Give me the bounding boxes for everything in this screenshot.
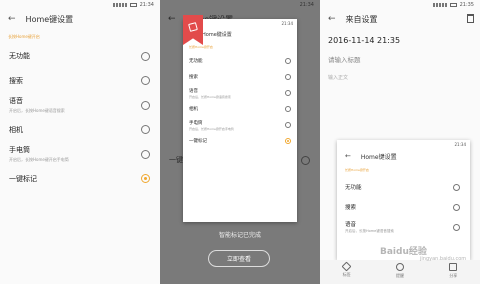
option-voice[interactable]: 语音 开启后，长按Home键语音搜索: [0, 93, 160, 118]
toolbar-label: 提醒: [395, 273, 404, 278]
status-time: 21:35: [459, 2, 474, 8]
radio-button[interactable]: [141, 76, 150, 86]
option-description: 开启后，长按Home键开启手电筒: [9, 157, 69, 163]
option-label: 无功能: [9, 52, 30, 61]
radio-button-selected[interactable]: [141, 174, 150, 184]
option-label: 手电筒: [189, 120, 203, 126]
option-description: 开启后，长按Home键语音搜索: [9, 108, 65, 114]
clock-icon: [395, 263, 404, 271]
tag-button[interactable]: 标签: [341, 261, 352, 278]
share-button[interactable]: 分享: [449, 263, 458, 279]
card-option: 语音 开启后，长按Home键语音搜索: [183, 85, 297, 101]
status-time: 21:34: [139, 2, 154, 8]
radio-button[interactable]: [141, 149, 150, 159]
reminder-button[interactable]: 提醒: [395, 263, 404, 279]
shot-status-time: 21:34: [454, 141, 466, 147]
radio-button-selected: [285, 138, 291, 144]
shot-option: 搜索: [337, 197, 470, 217]
radio-button: [285, 90, 291, 96]
shot-app-bar: ← Home键设置: [337, 148, 470, 164]
title-input[interactable]: 请输入标题: [320, 52, 480, 68]
watermark-url: jingyan.baidu.com: [420, 256, 467, 262]
mark-complete-message: 智能标记已完成: [218, 232, 261, 239]
radio-button: [453, 183, 460, 191]
option-description: 开启后，长按Home键语音搜索: [345, 229, 394, 233]
radio-button: [301, 155, 310, 165]
radio-button: [453, 203, 460, 211]
option-label: 无功能: [345, 185, 362, 191]
option-label: 搜索: [345, 205, 357, 211]
card-option: 无功能: [183, 53, 297, 69]
option-label: 搜索: [9, 76, 23, 85]
card-option: 相机: [183, 101, 297, 117]
radio-button: [285, 106, 291, 112]
back-arrow-icon: ←: [168, 14, 176, 24]
radio-button[interactable]: [141, 100, 150, 110]
page-title: Home键设置: [25, 14, 74, 24]
radio-button: [285, 122, 291, 128]
back-arrow-icon[interactable]: ←: [328, 14, 336, 24]
option-label: 无功能: [189, 59, 203, 64]
trash-icon[interactable]: [467, 14, 474, 23]
option-camera[interactable]: 相机: [0, 118, 160, 143]
option-label: 手电筒: [9, 146, 30, 155]
option-label: 语音: [345, 222, 357, 228]
toolbar-label: 标签: [342, 272, 351, 277]
back-arrow-icon: ←: [345, 152, 351, 160]
view-now-button[interactable]: 立即查看: [208, 250, 270, 267]
card-title: Home键设置: [202, 31, 232, 38]
app-bar: ← Home键设置: [0, 10, 160, 28]
note-toolbar: 标签 提醒 分享: [320, 260, 480, 284]
option-one-key-mark[interactable]: 一键标记: [0, 167, 160, 192]
section-header: 长按Home键开启: [8, 34, 40, 39]
screenshot-card[interactable]: 21:34 ← Home键设置 长按Home键开启 无功能 搜索 语音开启后，长…: [183, 19, 297, 222]
status-time: 21:34: [299, 2, 314, 8]
option-label: 搜索: [189, 75, 198, 80]
body-input[interactable]: 输入正文: [320, 68, 480, 88]
settings-screen: 21:34 ← Home键设置 长按Home键开启 无功能 搜索 语音 开启后，…: [0, 0, 160, 284]
option-label: 相机: [189, 107, 198, 112]
radio-button: [285, 74, 291, 80]
shot-section-header: 长按Home键开启: [345, 168, 369, 172]
status-bar: 21:34: [0, 0, 160, 10]
note-title: 来自设置: [345, 14, 378, 24]
battery-icon: [449, 3, 457, 7]
shot-option: 语音 开启后，长按Home键语音搜索: [337, 217, 470, 237]
share-icon: [449, 263, 458, 271]
app-bar: ← 来自设置: [320, 10, 480, 28]
back-arrow-icon[interactable]: ←: [8, 14, 16, 24]
shot-title: Home键设置: [360, 153, 397, 161]
option-flashlight[interactable]: 手电筒 开启后，长按Home键开启手电筒: [0, 142, 160, 167]
radio-button: [453, 223, 460, 231]
option-description: 开启后，长按Home键语音搜索: [189, 94, 231, 99]
card-option: 搜索: [183, 69, 297, 85]
toolbar-label: 分享: [449, 273, 458, 278]
status-bar: 21:35: [320, 0, 480, 10]
card-option: 一键标记: [183, 133, 297, 149]
radio-button[interactable]: [141, 51, 150, 61]
attached-screenshot[interactable]: 21:34 ← Home键设置 长按Home键开启 无功能 搜索 语音 开启后，长…: [337, 140, 470, 260]
option-label: 语音: [189, 88, 198, 94]
note-datetime: 2016-11-14 21:35: [328, 36, 401, 45]
tag-icon: [341, 261, 352, 272]
option-label: 语音: [9, 97, 23, 106]
signal-icon: [432, 3, 447, 7]
option-description: 开启后，长按Home键开启手电筒: [189, 126, 234, 131]
radio-button: [285, 58, 291, 64]
radio-button[interactable]: [141, 125, 150, 135]
shot-option: 无功能: [337, 177, 470, 197]
option-label: 相机: [9, 125, 23, 134]
option-no-function[interactable]: 无功能: [0, 44, 160, 69]
card-option: 手电筒 开启后，长按Home键开启手电筒: [183, 117, 297, 133]
signal-icon: [112, 3, 127, 7]
battery-icon: [129, 3, 137, 7]
option-label: 一键标记: [9, 174, 37, 183]
option-search[interactable]: 搜索: [0, 69, 160, 94]
shot-status-bar: 21:34: [337, 140, 470, 148]
card-status-time: 21:34: [281, 20, 293, 26]
status-bar: 21:34: [160, 0, 320, 10]
option-label: 一键标记: [189, 139, 207, 144]
